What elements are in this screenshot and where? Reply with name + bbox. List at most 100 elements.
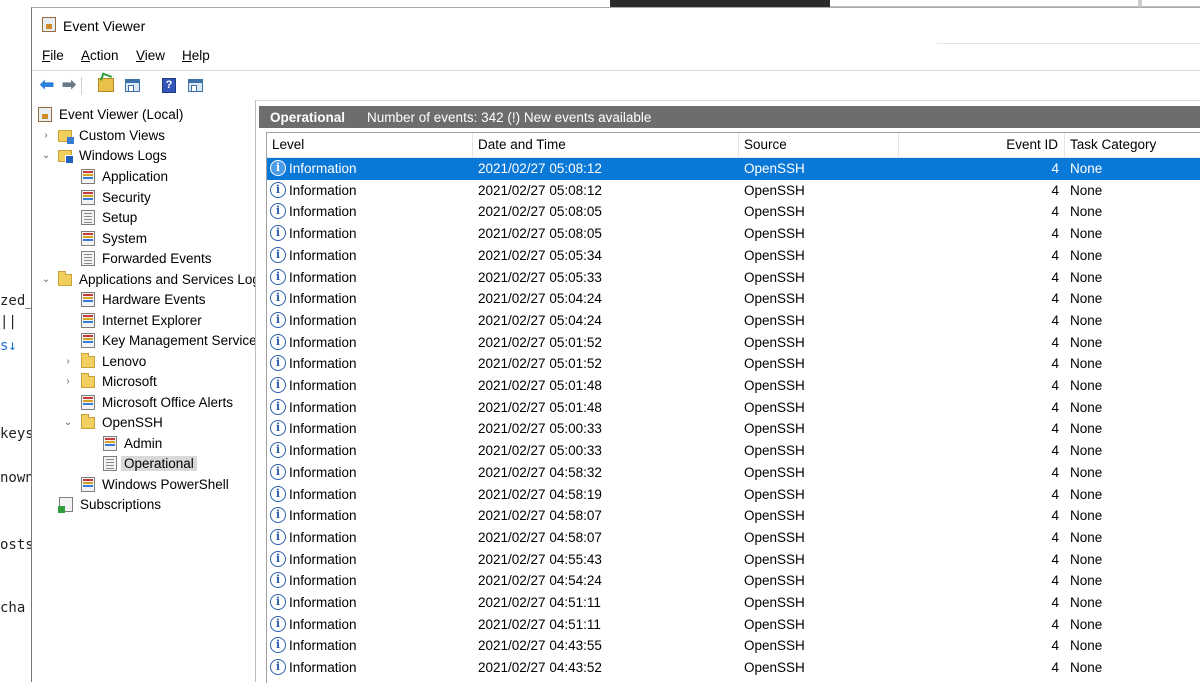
tree-item-lenovo[interactable]: › Lenovo bbox=[63, 351, 146, 371]
table-row[interactable]: i Information 2021/02/27 04:58:32 OpenSSH 4 N… bbox=[267, 462, 1200, 484]
tree-item-operational[interactable]: Operational bbox=[103, 453, 197, 473]
tree-item-admin[interactable]: Admin bbox=[103, 433, 162, 453]
cell-date-time: 2021/02/27 04:43:55 bbox=[478, 638, 602, 654]
cell-level: Information bbox=[289, 269, 357, 285]
chevron-right-icon[interactable]: › bbox=[63, 356, 73, 367]
tree-item-event-viewer-local[interactable]: Event Viewer (Local) bbox=[38, 104, 183, 124]
table-row[interactable]: i Information 2021/02/27 05:04:24 OpenSSH 4 N… bbox=[267, 310, 1200, 332]
show-hide-tree-button[interactable] bbox=[123, 76, 141, 94]
table-row[interactable]: i Information 2021/02/27 05:01:52 OpenSSH 4 N… bbox=[267, 332, 1200, 354]
tree-item-application[interactable]: Application bbox=[81, 166, 168, 186]
tree-item-key-management[interactable]: Key Management Service bbox=[81, 330, 255, 350]
chevron-down-icon[interactable]: ⌄ bbox=[41, 274, 51, 285]
chevron-down-icon[interactable]: ⌄ bbox=[41, 150, 51, 161]
cell-event-id: 4 bbox=[1051, 161, 1059, 176]
table-row[interactable]: i Information 2021/02/27 04:54:24 OpenSSH 4 N… bbox=[267, 570, 1200, 592]
cell-event-id: 4 bbox=[1051, 616, 1059, 632]
table-row[interactable]: i Information 2021/02/27 05:08:12 OpenSSH 4 N… bbox=[267, 180, 1200, 202]
table-row[interactable]: i Information 2021/02/27 04:58:07 OpenSSH 4 N… bbox=[267, 505, 1200, 527]
cell-source: OpenSSH bbox=[744, 399, 805, 415]
chevron-right-icon[interactable]: › bbox=[41, 130, 51, 141]
menu-view[interactable]: View bbox=[136, 48, 165, 63]
help-button[interactable]: ? bbox=[160, 76, 178, 94]
column-header-level[interactable]: Level bbox=[267, 133, 473, 157]
column-header-event-id[interactable]: Event ID bbox=[899, 133, 1065, 157]
tree-item-openssh[interactable]: ⌄ OpenSSH bbox=[63, 412, 163, 432]
cell-level: Information bbox=[289, 486, 357, 502]
column-header-task-category[interactable]: Task Category bbox=[1065, 133, 1200, 157]
table-row[interactable]: i Information 2021/02/27 05:00:33 OpenSSH 4 N… bbox=[267, 418, 1200, 440]
event-viewer-icon bbox=[38, 106, 52, 122]
tree-item-custom-views[interactable]: › Custom Views bbox=[41, 125, 165, 145]
chevron-down-icon[interactable]: ⌄ bbox=[63, 417, 73, 428]
cell-source: OpenSSH bbox=[744, 312, 805, 328]
table-row[interactable]: i Information 2021/02/27 05:05:34 OpenSSH 4 N… bbox=[267, 245, 1200, 267]
tree-item-security[interactable]: Security bbox=[81, 187, 151, 207]
table-row[interactable]: i Information 2021/02/27 05:08:05 OpenSSH 4 N… bbox=[267, 223, 1200, 245]
information-icon: i bbox=[270, 594, 286, 610]
information-icon: i bbox=[270, 398, 286, 415]
menu-help[interactable]: Help bbox=[182, 48, 210, 63]
cell-source: OpenSSH bbox=[744, 269, 805, 285]
table-row[interactable]: i Information 2021/02/27 04:51:11 OpenSSH 4 N… bbox=[267, 592, 1200, 614]
cell-event-id: 4 bbox=[1051, 247, 1059, 263]
cell-event-id: 4 bbox=[1051, 204, 1059, 220]
table-row[interactable]: i Information 2021/02/27 04:51:11 OpenSSH 4 N… bbox=[267, 614, 1200, 636]
table-row[interactable]: i Information 2021/02/27 05:00:33 OpenSSH 4 N… bbox=[267, 440, 1200, 462]
table-row[interactable]: i Information 2021/02/27 04:43:52 OpenSSH 4 N… bbox=[267, 657, 1200, 679]
tree-item-internet-explorer[interactable]: Internet Explorer bbox=[81, 310, 202, 330]
tree-item-forwarded-events[interactable]: Forwarded Events bbox=[81, 248, 212, 268]
log-icon bbox=[81, 394, 95, 410]
cell-level: Information bbox=[289, 378, 357, 393]
log-icon bbox=[81, 209, 95, 225]
table-row[interactable]: i Information 2021/02/27 04:58:07 OpenSSH 4 N… bbox=[267, 527, 1200, 549]
forward-button[interactable]: ➡ bbox=[60, 76, 78, 94]
background-text-fragment: || bbox=[0, 314, 17, 330]
up-one-level-button[interactable] bbox=[97, 76, 115, 94]
table-row[interactable]: i Information 2021/02/27 04:55:43 OpenSSH 4 N… bbox=[267, 549, 1200, 571]
folder-up-icon bbox=[98, 78, 114, 92]
cell-source: OpenSSH bbox=[744, 660, 805, 676]
table-row[interactable]: i Information 2021/02/27 05:04:24 OpenSSH 4 N… bbox=[267, 288, 1200, 310]
tree-item-microsoft[interactable]: › Microsoft bbox=[63, 371, 157, 391]
show-hide-action-pane-button[interactable] bbox=[186, 76, 204, 94]
cell-date-time: 2021/02/27 04:58:19 bbox=[478, 486, 602, 502]
tree-item-windows-powershell[interactable]: Windows PowerShell bbox=[81, 474, 229, 494]
table-row[interactable]: i Information 2021/02/27 05:05:33 OpenSSH 4 N… bbox=[267, 267, 1200, 289]
table-row[interactable]: i Information 2021/02/27 05:01:52 OpenSSH 4 N… bbox=[267, 353, 1200, 375]
show-hide-console-tree-icon bbox=[124, 78, 140, 92]
column-header-date-time[interactable]: Date and Time bbox=[473, 133, 739, 157]
cell-date-time: 2021/02/27 05:01:48 bbox=[478, 399, 602, 415]
cell-source: OpenSSH bbox=[744, 182, 805, 198]
table-row[interactable]: i Information 2021/02/27 05:01:48 OpenSSH 4 N… bbox=[267, 397, 1200, 419]
cell-event-id: 4 bbox=[1051, 443, 1059, 459]
cell-source: OpenSSH bbox=[744, 529, 805, 545]
menu-file[interactable]: File bbox=[42, 48, 64, 63]
show-hide-action-pane-icon bbox=[187, 78, 203, 92]
tree-item-setup[interactable]: Setup bbox=[81, 207, 137, 227]
cell-level: Information bbox=[289, 312, 357, 328]
tree-item-subscriptions[interactable]: Subscriptions bbox=[58, 494, 161, 514]
back-button[interactable]: ⬅ bbox=[38, 76, 56, 94]
menu-action[interactable]: Action bbox=[81, 48, 119, 63]
title-bar[interactable]: Event Viewer bbox=[32, 8, 1200, 44]
cell-source: OpenSSH bbox=[744, 356, 805, 372]
table-row[interactable]: i Information 2021/02/27 05:08:05 OpenSSH 4 N… bbox=[267, 201, 1200, 223]
table-row[interactable]: i Information 2021/02/27 05:08:12 OpenSSH 4 N… bbox=[267, 158, 1200, 180]
cell-task-category: None bbox=[1070, 182, 1103, 198]
events-table: Level Date and Time Source Event ID Task… bbox=[266, 132, 1200, 683]
tree-item-office-alerts[interactable]: Microsoft Office Alerts bbox=[81, 392, 233, 412]
cell-task-category: None bbox=[1070, 595, 1103, 610]
table-row[interactable]: i Information 2021/02/27 05:01:48 OpenSSH 4 N… bbox=[267, 375, 1200, 397]
tree-item-windows-logs[interactable]: ⌄ Windows Logs bbox=[41, 145, 167, 165]
folder-icon bbox=[81, 373, 95, 388]
column-header-source[interactable]: Source bbox=[739, 133, 899, 157]
cell-task-category: None bbox=[1070, 312, 1103, 328]
tree-item-hardware-events[interactable]: Hardware Events bbox=[81, 289, 206, 309]
table-row[interactable]: i Information 2021/02/27 04:58:19 OpenSSH 4 N… bbox=[267, 484, 1200, 506]
chevron-right-icon[interactable]: › bbox=[63, 376, 73, 387]
information-icon: i bbox=[270, 311, 286, 328]
table-row[interactable]: i Information 2021/02/27 04:43:55 OpenSSH 4 N… bbox=[267, 635, 1200, 657]
tree-item-applications-services[interactable]: ⌄ Applications and Services Log bbox=[41, 269, 255, 289]
tree-item-system[interactable]: System bbox=[81, 228, 147, 248]
